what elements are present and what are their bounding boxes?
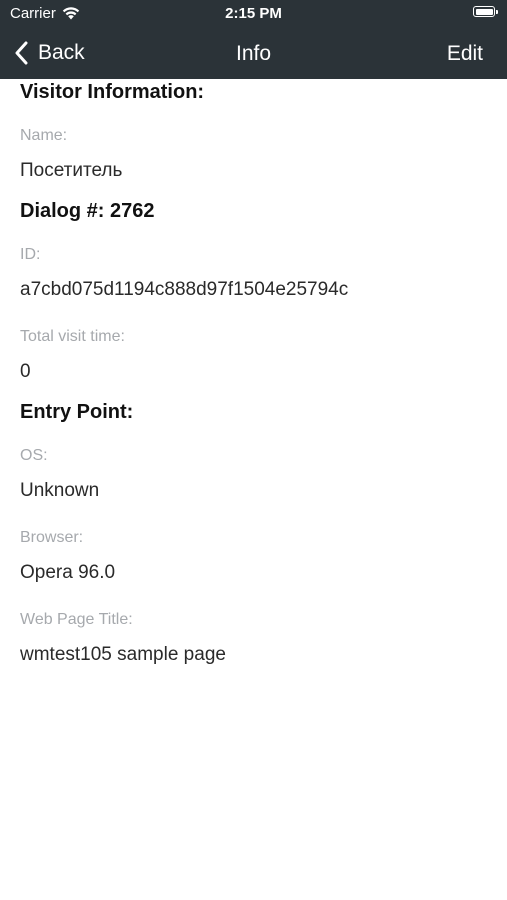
navigation-bar: Back Info Edit: [0, 28, 507, 79]
status-bar: Carrier 2:15 PM: [0, 0, 507, 28]
browser-label: Browser:: [20, 529, 84, 546]
web-page-title-value: wmtest105 sample page: [20, 644, 226, 665]
total-visit-time-value: 0: [20, 361, 31, 382]
id-label: ID:: [20, 246, 41, 263]
top-bar: Carrier 2:15 PM Back Info Edit: [0, 0, 507, 79]
status-time: 2:15 PM: [225, 5, 282, 22]
visitor-information-heading: Visitor Information:: [20, 81, 205, 103]
name-label: Name:: [20, 127, 68, 144]
dialog-number-heading: Dialog #: 2762: [20, 200, 155, 222]
os-value: Unknown: [20, 480, 100, 501]
page-title: Info: [235, 42, 272, 65]
os-label: OS:: [20, 447, 48, 464]
edit-button[interactable]: Edit: [447, 42, 483, 66]
battery-icon: [473, 6, 498, 17]
id-value: a7cbd075d1194c888d97f1504e25794c: [20, 279, 349, 300]
name-value: Посетитель: [20, 160, 123, 181]
browser-value: Opera 96.0: [20, 562, 116, 583]
entry-point-heading: Entry Point:: [20, 401, 134, 423]
total-visit-time-label: Total visit time:: [20, 328, 125, 345]
web-page-title-label: Web Page Title:: [20, 611, 133, 628]
